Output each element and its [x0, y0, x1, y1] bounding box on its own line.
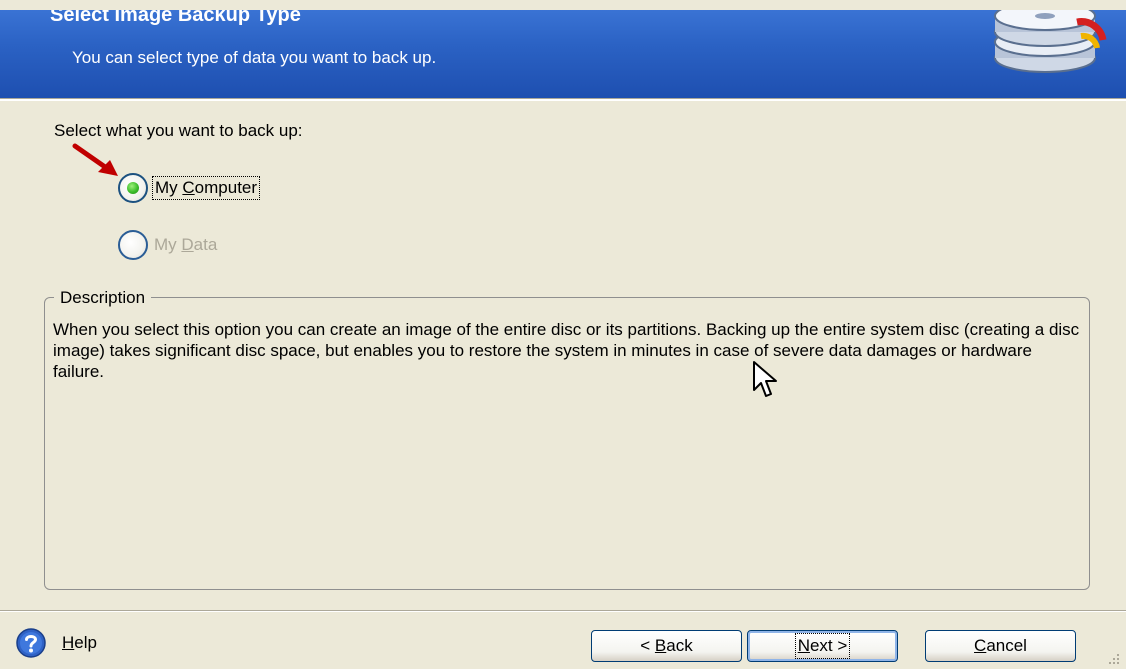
cancel-button[interactable]: Cancel [925, 630, 1076, 662]
help-question-icon[interactable] [16, 628, 46, 658]
cancel-button-label: Cancel [974, 636, 1027, 655]
my-computer-label[interactable]: My Computer [151, 176, 261, 200]
page-subtitle: You can select type of data you want to … [72, 48, 437, 67]
next-button[interactable]: Next > [747, 630, 898, 662]
resize-grip-icon[interactable] [1104, 650, 1122, 666]
my-data-radio[interactable] [118, 230, 148, 260]
description-text: When you select this option you can crea… [53, 320, 1080, 381]
header-divider [0, 98, 1126, 101]
backup-wizard-window: Select Image Backup Type You can select … [0, 0, 1126, 669]
backup-disks-icon [994, 10, 1107, 73]
my-data-label[interactable]: My Data [154, 235, 217, 255]
page-title: Select Image Backup Type [50, 10, 301, 26]
description-legend: Description [54, 288, 152, 308]
help-label[interactable]: Help [62, 633, 97, 653]
red-arrow-icon [72, 143, 118, 176]
next-button-label: Next > [794, 633, 851, 659]
window-edge [1126, 0, 1138, 669]
mouse-cursor-icon [753, 361, 777, 397]
help-link[interactable]: Help [16, 628, 97, 658]
option-my-data[interactable]: My Data [118, 230, 217, 260]
footer-divider [0, 610, 1126, 612]
backup-prompt: Select what you want to back up: [54, 121, 303, 140]
wizard-header: Select Image Backup Type You can select … [0, 10, 1126, 98]
back-button-label: < Back [640, 636, 693, 655]
my-computer-radio[interactable] [118, 173, 148, 203]
option-my-computer[interactable]: My Computer [118, 173, 261, 203]
back-button[interactable]: < Back [591, 630, 742, 662]
